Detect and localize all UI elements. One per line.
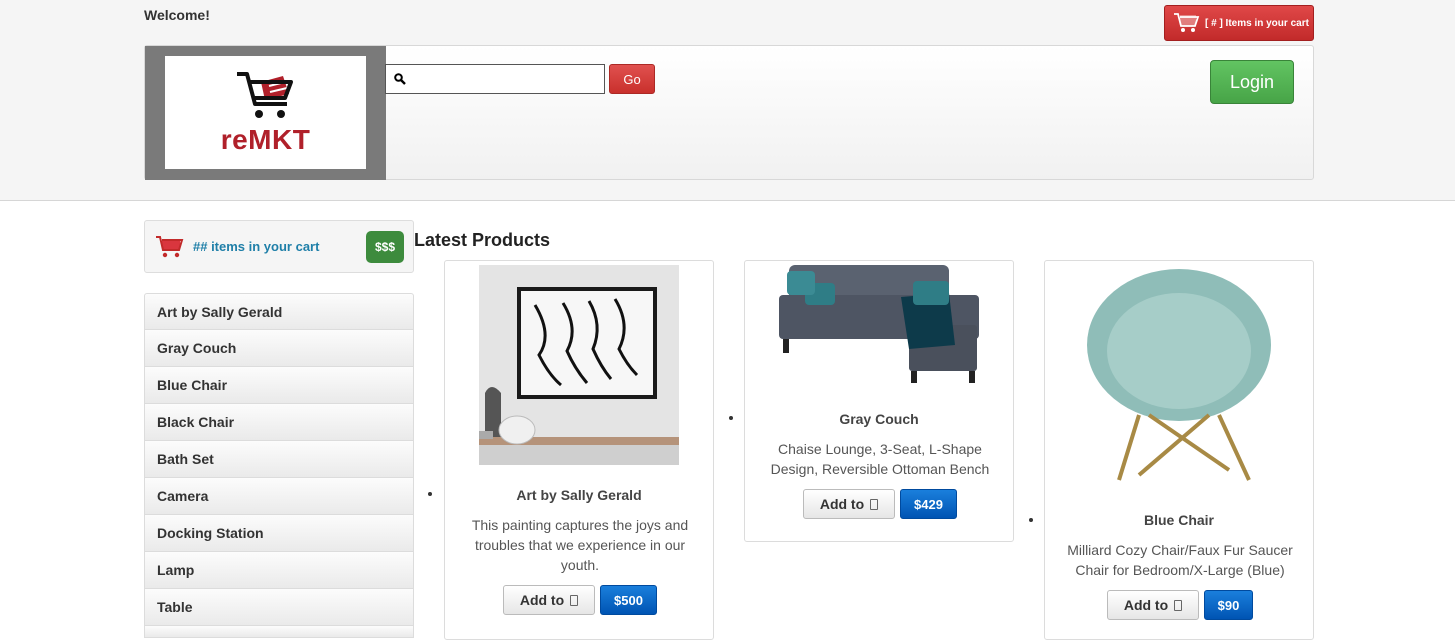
price-button[interactable]: $429 bbox=[900, 489, 957, 519]
product-description: Chaise Lounge, 3-Seat, L-Shape Design, R… bbox=[770, 441, 990, 477]
product-card: Blue Chair Milliard Cozy Chair/Faux Fur … bbox=[1044, 260, 1314, 640]
section-title: Latest Products bbox=[414, 230, 551, 250]
add-to-cart-button[interactable]: Add to bbox=[503, 585, 595, 615]
cart-glyph-icon bbox=[870, 498, 879, 510]
search-input[interactable] bbox=[410, 71, 604, 87]
login-button[interactable]: Login bbox=[1210, 60, 1294, 104]
product-name[interactable]: Blue Chair bbox=[1045, 512, 1313, 528]
list-bullet bbox=[729, 416, 733, 420]
cart-button[interactable]: [ # ] Items in your cart bbox=[1164, 5, 1314, 41]
product-description: This painting captures the joys and trou… bbox=[471, 517, 689, 573]
cart-glyph-icon bbox=[570, 594, 579, 606]
logo-cart-icon bbox=[236, 71, 293, 118]
add-to-cart-button[interactable]: Add to bbox=[1107, 590, 1199, 620]
sidebar-item-lamp[interactable]: Lamp bbox=[144, 552, 414, 589]
add-to-cart-label: Add to bbox=[519, 592, 565, 608]
shopping-cart-icon bbox=[156, 235, 184, 257]
category-list: Art by Sally Gerald Gray Couch Blue Chai… bbox=[144, 293, 414, 638]
sidebar-item-art-by-sally-gerald[interactable]: Art by Sally Gerald bbox=[144, 293, 414, 330]
product-name[interactable]: Gray Couch bbox=[745, 411, 1013, 427]
sidebar-item-camera[interactable]: Camera bbox=[144, 478, 414, 515]
cart-button-label: [ # ] Items in your cart bbox=[1205, 17, 1309, 29]
sidebar-item-more[interactable] bbox=[144, 626, 414, 638]
list-bullet bbox=[1029, 518, 1033, 522]
sidebar-item-black-chair[interactable]: Black Chair bbox=[144, 404, 414, 441]
sidebar-item-table[interactable]: Table bbox=[144, 589, 414, 626]
product-image-couch[interactable] bbox=[779, 265, 979, 395]
product-card: Art by Sally Gerald This painting captur… bbox=[444, 260, 714, 640]
welcome-text: Welcome! bbox=[144, 7, 210, 23]
sidebar-item-docking-station[interactable]: Docking Station bbox=[144, 515, 414, 552]
sidebar-cart-summary[interactable]: ## items in your cart $$$ bbox=[144, 220, 414, 273]
sidebar-item-gray-couch[interactable]: Gray Couch bbox=[144, 330, 414, 367]
sidebar-item-blue-chair[interactable]: Blue Chair bbox=[144, 367, 414, 404]
cart-glyph-icon bbox=[1174, 599, 1183, 611]
shopping-cart-icon bbox=[1174, 13, 1200, 32]
sidebar-cart-text: ## items in your cart bbox=[193, 239, 320, 254]
product-card: Gray Couch Chaise Lounge, 3-Seat, L-Shap… bbox=[744, 260, 1014, 542]
cart-total-badge: $$$ bbox=[366, 231, 404, 263]
logo[interactable]: reMKT bbox=[165, 56, 366, 169]
product-image-art[interactable] bbox=[479, 265, 679, 465]
logo-panel: reMKT bbox=[145, 46, 386, 180]
search-field[interactable] bbox=[385, 64, 605, 94]
sidebar-item-bath-set[interactable]: Bath Set bbox=[144, 441, 414, 478]
product-description: Milliard Cozy Chair/Faux Fur Saucer Chai… bbox=[1067, 542, 1293, 578]
search-icon bbox=[394, 73, 406, 85]
price-button[interactable]: $90 bbox=[1204, 590, 1253, 620]
list-bullet bbox=[428, 492, 432, 496]
price-button[interactable]: $500 bbox=[600, 585, 657, 615]
add-to-cart-label: Add to bbox=[1123, 597, 1169, 613]
product-name[interactable]: Art by Sally Gerald bbox=[445, 487, 713, 503]
add-to-cart-button[interactable]: Add to bbox=[803, 489, 895, 519]
navbar: reMKT Go Login bbox=[144, 45, 1314, 180]
go-button[interactable]: Go bbox=[609, 64, 655, 94]
add-to-cart-label: Add to bbox=[819, 496, 865, 512]
logo-text: reMKT bbox=[220, 123, 311, 155]
product-image-chair[interactable] bbox=[1079, 265, 1279, 495]
